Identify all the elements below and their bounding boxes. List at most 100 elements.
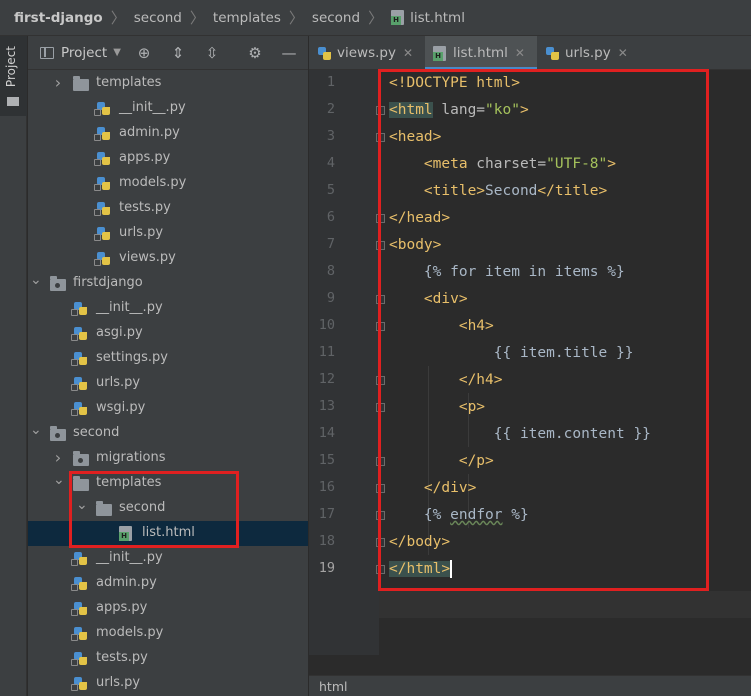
python-file-icon	[94, 126, 111, 141]
project-panel-icon	[40, 46, 54, 59]
tree-item-label: __init__.py	[96, 550, 163, 565]
python-file-icon	[71, 576, 88, 591]
project-panel-title[interactable]: Project	[61, 45, 107, 61]
python-file-icon	[71, 676, 88, 691]
tab-label: list.html	[453, 45, 508, 61]
tree-item[interactable]: apps.py	[28, 146, 308, 171]
python-file-icon	[71, 351, 88, 366]
editor-tabs: views.py ✕ H list.html ✕ urls.py ✕	[309, 36, 751, 70]
tree-item[interactable]: __init__.py	[28, 296, 308, 321]
tree-item[interactable]: models.py	[28, 621, 308, 646]
tree-item[interactable]: tests.py	[28, 196, 308, 221]
python-file-icon	[71, 326, 88, 341]
breadcrumb-separator: 〉	[189, 9, 205, 27]
python-file-icon	[71, 401, 88, 416]
package-icon	[73, 451, 89, 466]
project-panel-header: Project ▼	[28, 36, 308, 70]
tree-item-label: __init__.py	[119, 100, 186, 115]
highlight-box-code	[378, 69, 709, 591]
close-icon[interactable]: ✕	[515, 46, 525, 60]
python-file-icon	[317, 46, 331, 61]
tree-item[interactable]: urls.py	[28, 221, 308, 246]
tree-item[interactable]: __init__.py	[28, 546, 308, 571]
tree-item-label: urls.py	[96, 375, 141, 390]
chevron-down-icon[interactable]: ▼	[113, 47, 121, 58]
tree-item[interactable]: settings.py	[28, 346, 308, 371]
tree-item-label: views.py	[119, 250, 176, 265]
breadcrumb-item-templates[interactable]: templates	[213, 10, 281, 26]
project-tool-tab-label: Project	[4, 46, 18, 88]
tree-item-label: tests.py	[96, 650, 148, 665]
chevron-down-icon[interactable]: ⌄	[53, 472, 65, 488]
tree-item-label: urls.py	[119, 225, 164, 240]
tab-views-py[interactable]: views.py ✕	[309, 36, 425, 70]
tab-label: urls.py	[564, 45, 611, 61]
breadcrumb-item-second[interactable]: second	[134, 10, 182, 26]
folder-icon	[73, 76, 89, 91]
tree-item[interactable]: ⌄ firstdjango	[28, 271, 308, 296]
chevron-down-icon[interactable]: ⌄	[30, 422, 42, 438]
gear-icon[interactable]: ⚙	[247, 45, 263, 61]
tree-item[interactable]: __init__.py	[28, 96, 308, 121]
collapse-all-icon[interactable]: ⇳	[204, 45, 220, 61]
tree-item[interactable]: › templates	[28, 71, 308, 96]
tree-item[interactable]: ⌄ second	[28, 421, 308, 446]
tree-item[interactable]: urls.py	[28, 671, 308, 696]
python-file-icon	[94, 201, 111, 216]
close-icon[interactable]: ✕	[618, 46, 628, 60]
tree-item[interactable]: admin.py	[28, 571, 308, 596]
breadcrumb-item-second-folder[interactable]: second	[312, 10, 360, 26]
tree-item-label: admin.py	[96, 575, 157, 590]
folder-icon	[7, 97, 19, 106]
tree-item-label: urls.py	[96, 675, 141, 690]
tree-item-label: models.py	[119, 175, 187, 190]
tree-item[interactable]: wsgi.py	[28, 396, 308, 421]
html-file-icon: H	[391, 9, 405, 26]
tree-item-label: firstdjango	[73, 275, 143, 290]
project-tool-tab[interactable]: Project	[0, 36, 27, 116]
chevron-down-icon[interactable]: ⌄	[30, 272, 42, 288]
python-file-icon	[71, 376, 88, 391]
breadcrumb-separator: 〉	[110, 9, 126, 27]
tree-item-label: asgi.py	[96, 325, 143, 340]
python-file-icon	[94, 251, 111, 266]
tree-item[interactable]: apps.py	[28, 596, 308, 621]
tree-item[interactable]: asgi.py	[28, 321, 308, 346]
project-panel: Project ▼ ⊕ ⇕ ⇳ ⚙ — › templates __init__.p…	[28, 36, 308, 696]
breadcrumb: first-django 〉 second 〉 templates 〉 seco…	[0, 0, 751, 36]
tree-item-label: apps.py	[96, 600, 148, 615]
tree-item[interactable]: › migrations	[28, 446, 308, 471]
tab-list-html[interactable]: H list.html ✕	[425, 36, 537, 70]
python-file-icon	[545, 46, 559, 61]
current-line-highlight	[379, 591, 751, 618]
breadcrumb-item-file[interactable]: H list.html	[391, 9, 465, 26]
python-file-icon	[71, 601, 88, 616]
tree-item[interactable]: urls.py	[28, 371, 308, 396]
tree-item[interactable]: tests.py	[28, 646, 308, 671]
tree-item[interactable]: admin.py	[28, 121, 308, 146]
tree-item-label: __init__.py	[96, 300, 163, 315]
close-icon[interactable]: ✕	[403, 46, 413, 60]
crosshair-icon[interactable]: ⊕	[136, 45, 152, 61]
tree-item-label: migrations	[96, 450, 166, 465]
expand-all-icon[interactable]: ⇕	[170, 45, 186, 61]
breadcrumb-file-label: list.html	[410, 9, 465, 26]
minimize-icon[interactable]: —	[281, 45, 297, 61]
chevron-right-icon[interactable]: ›	[53, 448, 63, 467]
status-bar: html	[309, 675, 751, 696]
chevron-right-icon[interactable]: ›	[53, 73, 63, 92]
tab-label: views.py	[337, 45, 396, 61]
tree-item-label: settings.py	[96, 350, 168, 365]
breadcrumb-item-project[interactable]: first-django	[14, 10, 103, 26]
tree-item[interactable]: views.py	[28, 246, 308, 271]
tree-item-label: models.py	[96, 625, 164, 640]
python-file-icon	[94, 151, 111, 166]
breadcrumb-separator: 〉	[368, 9, 384, 27]
tab-urls-py[interactable]: urls.py ✕	[537, 36, 640, 70]
tree-item-label: admin.py	[119, 125, 180, 140]
tree-item-label: apps.py	[119, 150, 171, 165]
status-language: html	[319, 679, 348, 694]
tree-item[interactable]: models.py	[28, 171, 308, 196]
breadcrumb-separator: 〉	[288, 9, 304, 27]
python-file-icon	[71, 301, 88, 316]
